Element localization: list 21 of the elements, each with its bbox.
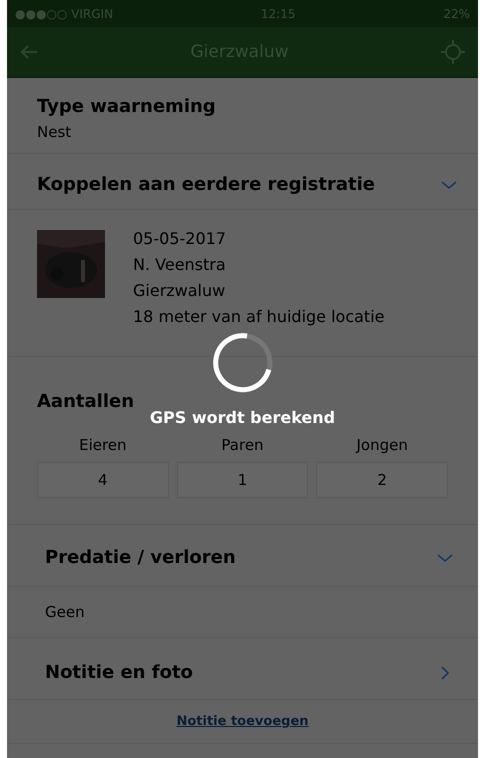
count-label: Paren: [221, 436, 264, 454]
loading-spinner-icon: [212, 332, 274, 394]
count-field[interactable]: 2: [316, 462, 448, 498]
record-detail: Gierzwaluw: [133, 280, 226, 302]
record-detail: 05-05-2017: [133, 228, 227, 250]
record-detail: N. Veenstra: [133, 254, 227, 276]
back-arrow-icon[interactable]: [19, 44, 39, 60]
predation-value: Geen: [45, 603, 86, 621]
count-field[interactable]: 1: [176, 462, 308, 498]
count-label: Eieren: [79, 436, 127, 454]
count-field[interactable]: 4: [37, 462, 169, 498]
add-note-link[interactable]: Notitie toevoegen: [176, 714, 309, 729]
section-title: Aantallen: [37, 391, 136, 412]
crosshair-icon[interactable]: [440, 39, 466, 65]
section-title[interactable]: Koppelen aan eerdere registratie: [37, 174, 376, 195]
observation-type: Nest: [37, 123, 72, 141]
record-detail: 18 meter van af huidige locatie: [133, 306, 384, 328]
section-title[interactable]: Notitie en foto: [45, 662, 193, 683]
section-title[interactable]: Predatie / verloren: [45, 547, 236, 568]
section-title: Type waarneming: [37, 96, 217, 117]
count-label: Jongen: [356, 436, 408, 454]
